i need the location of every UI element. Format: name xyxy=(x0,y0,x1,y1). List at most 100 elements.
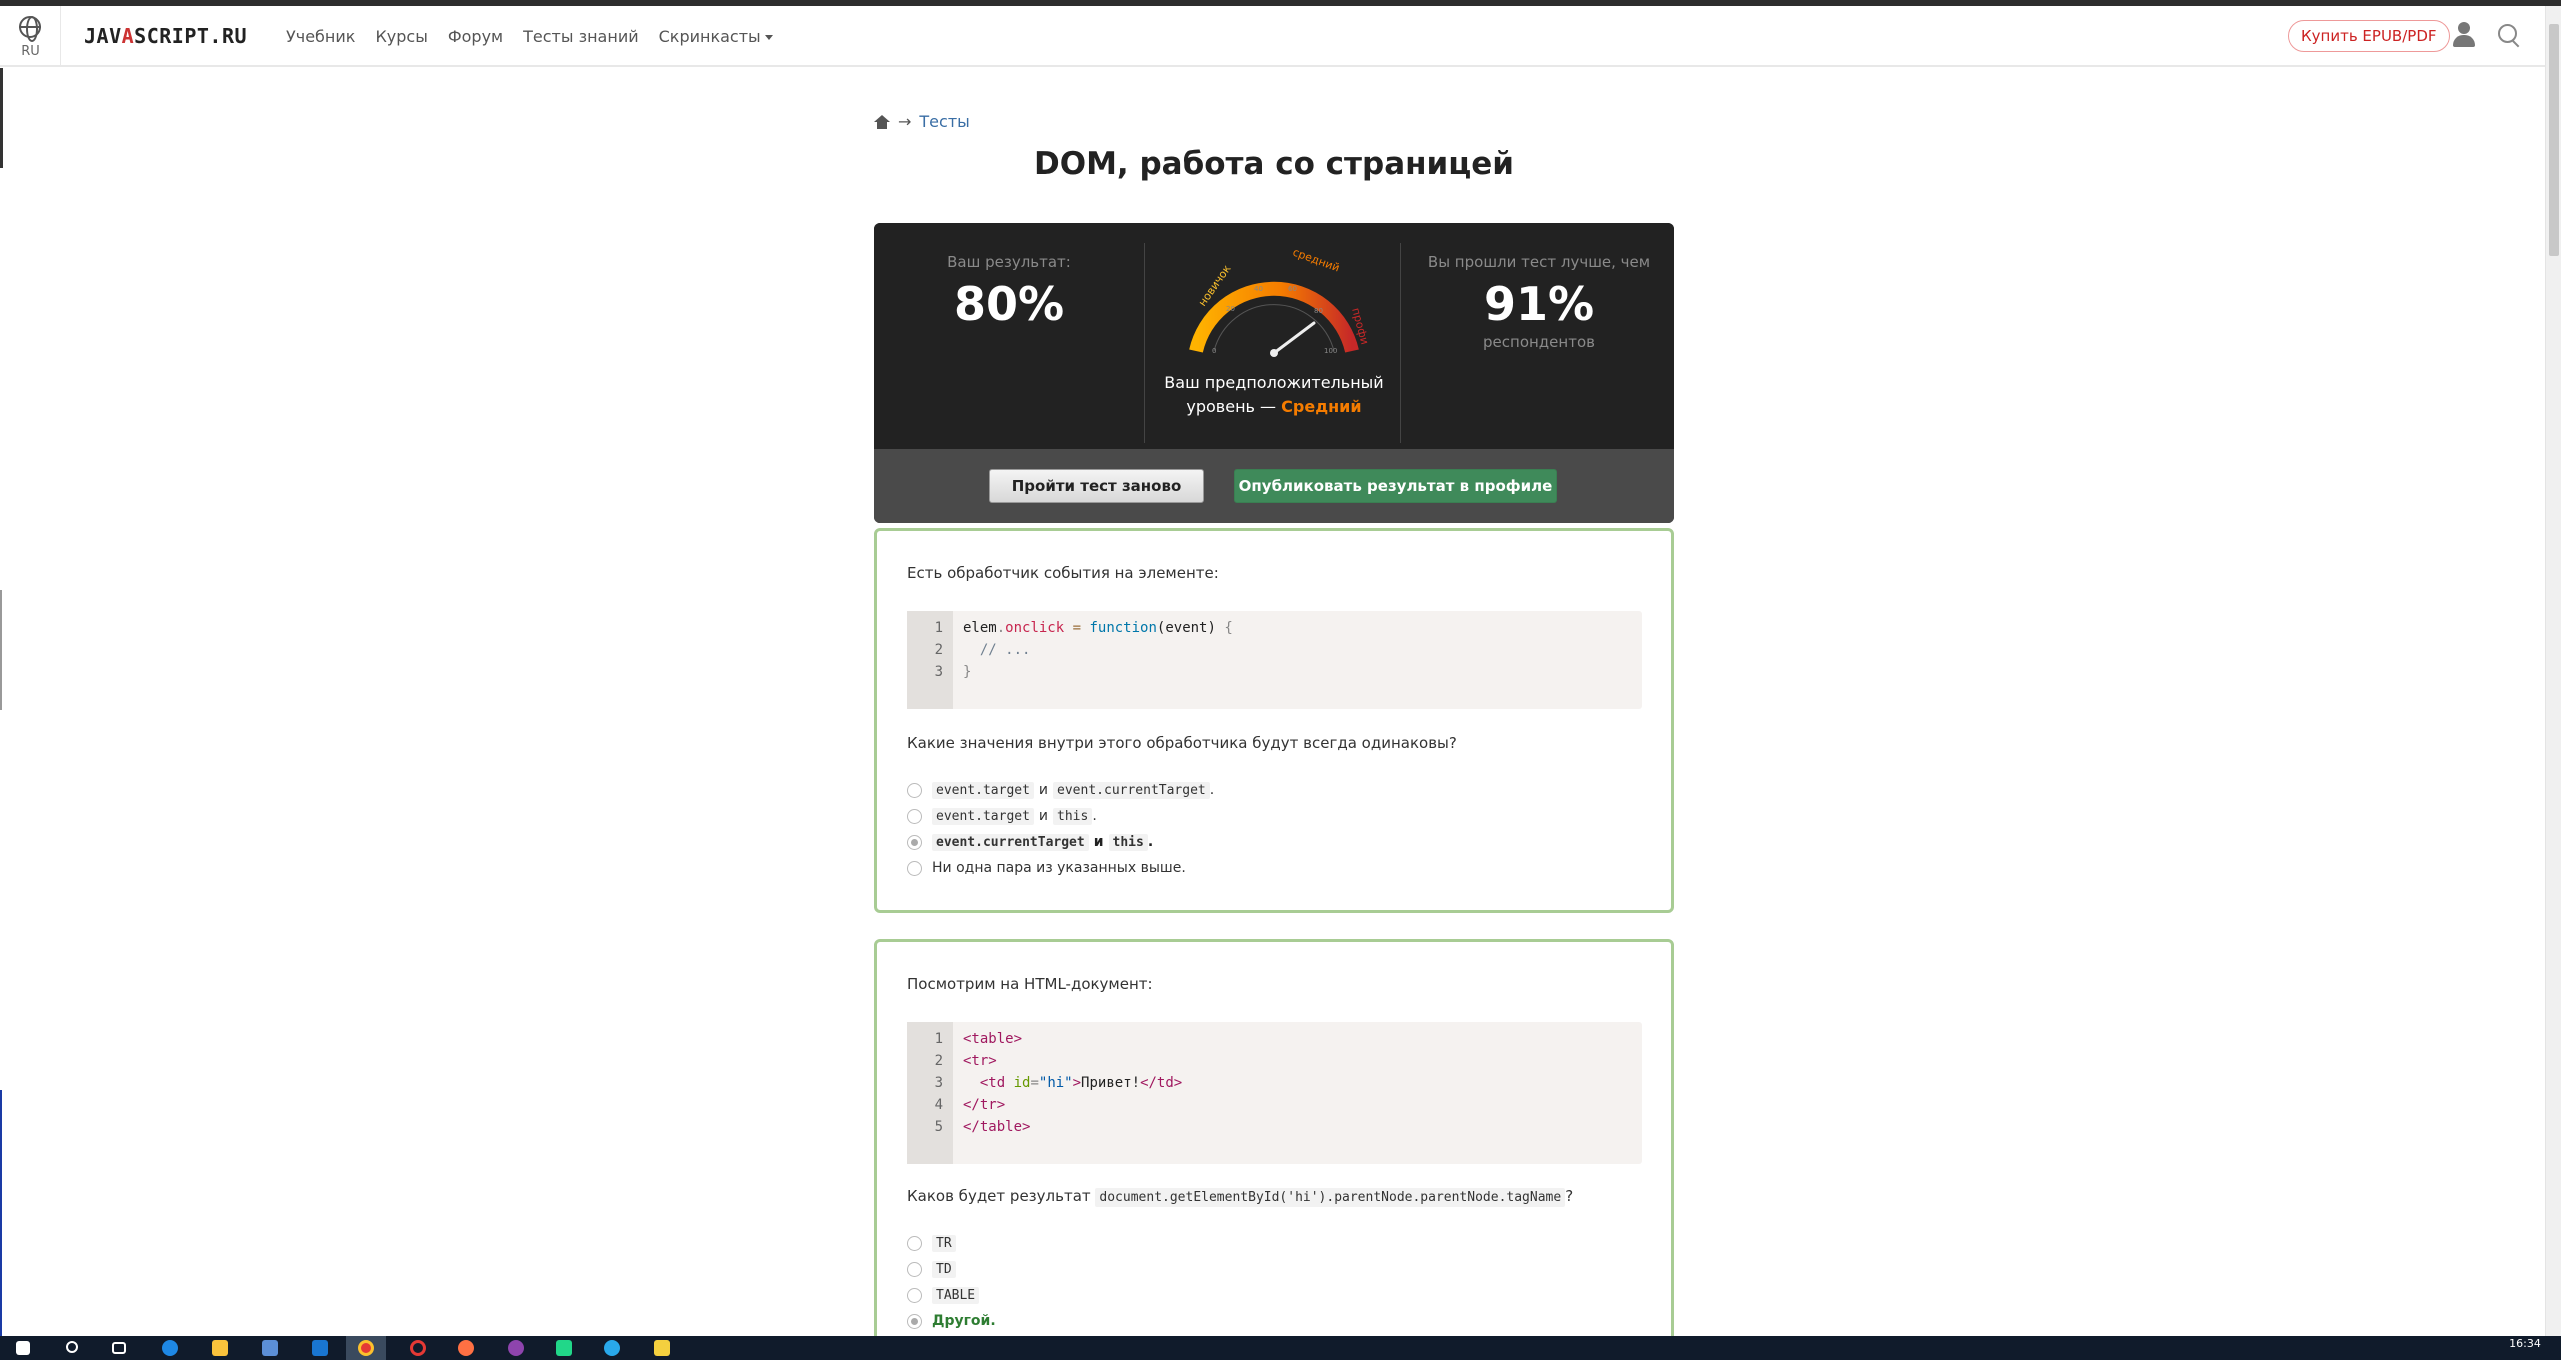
radio-button-checked[interactable] xyxy=(907,834,922,850)
code-line: 5 </table> xyxy=(907,1116,1031,1138)
code-token: <tr> xyxy=(963,1053,997,1069)
line-number: 2 xyxy=(934,1053,943,1069)
gauge-tick: 100 xyxy=(1324,347,1337,355)
windows-start-icon[interactable] xyxy=(16,1341,30,1355)
publish-result-button[interactable]: Опубликовать результат в профиле xyxy=(1234,469,1557,503)
question-intro: Есть обработчик события на элементе: xyxy=(907,564,1219,582)
app-icon[interactable] xyxy=(654,1340,670,1356)
answer-end: . xyxy=(1092,808,1097,824)
your-result-value: 80% xyxy=(953,277,1065,331)
estimated-level-prefix: уровень — xyxy=(1186,397,1282,416)
code-line: 2 // ... xyxy=(907,639,1031,661)
code-line: 3} xyxy=(907,661,972,683)
answer-option[interactable]: Ни одна пара из указанных выше. xyxy=(907,855,1214,881)
code-line: 1 <table> xyxy=(907,1028,1022,1050)
language-switcher[interactable]: RU xyxy=(0,6,61,67)
result-summary: Ваш результат: 80% новичок средний профи… xyxy=(874,223,1674,449)
estimated-level-value: Средний xyxy=(1281,397,1362,416)
taskbar-clock[interactable]: 16:34 xyxy=(2500,1338,2550,1350)
opera-icon[interactable] xyxy=(410,1340,426,1356)
gauge-tick: 0 xyxy=(1212,347,1216,355)
nav-link-tutorial[interactable]: Учебник xyxy=(286,27,355,46)
nav-link-quizzes[interactable]: Тесты знаний xyxy=(523,27,638,46)
gauge-icon: новичок средний профи 0 20 40 60 80 100 xyxy=(1189,246,1371,357)
radio-button[interactable] xyxy=(907,1261,922,1277)
mail-icon[interactable] xyxy=(312,1340,328,1356)
question-suffix: ? xyxy=(1565,1187,1574,1205)
scrollbar-thumb[interactable] xyxy=(2549,24,2559,256)
answer-code: this xyxy=(1053,807,1093,825)
file-explorer-icon[interactable] xyxy=(212,1340,228,1356)
answer-option[interactable]: event.target и this. xyxy=(907,803,1214,829)
answer-option[interactable]: TD xyxy=(907,1256,996,1282)
answer-list: TR TD TABLE Другой. xyxy=(907,1230,996,1334)
radio-button-checked[interactable] xyxy=(907,1313,922,1329)
answer-option-selected[interactable]: Другой. xyxy=(907,1308,996,1334)
retry-test-button[interactable]: Пройти тест заново xyxy=(989,469,1204,503)
code-token: = xyxy=(1030,1075,1039,1091)
answer-code: event.currentTarget xyxy=(1053,781,1210,799)
code-token: onclick xyxy=(1005,620,1065,636)
task-view-icon[interactable] xyxy=(112,1342,126,1354)
webstorm-icon[interactable] xyxy=(556,1340,572,1356)
estimated-level: Ваш предположительный уровень — Средний xyxy=(1144,371,1404,419)
breadcrumb-link-tests[interactable]: Тесты xyxy=(919,112,969,131)
nav-link-screencasts[interactable]: Скринкасты xyxy=(659,27,773,46)
buy-epub-pdf-button[interactable]: Купить EPUB/PDF xyxy=(2288,20,2450,52)
site-logo[interactable]: JAVASCRIPT.RU xyxy=(84,24,247,48)
answer-option-selected[interactable]: event.currentTarget и this. xyxy=(907,829,1214,855)
radio-button[interactable] xyxy=(907,1235,922,1251)
answer-option[interactable]: TR xyxy=(907,1230,996,1256)
search-icon[interactable] xyxy=(66,1341,78,1353)
radio-button[interactable] xyxy=(907,860,922,876)
gauge-tick: 20 xyxy=(1226,305,1235,313)
scrollbar[interactable] xyxy=(2545,6,2561,1336)
firefox-icon[interactable] xyxy=(458,1340,474,1356)
line-number: 4 xyxy=(934,1097,943,1113)
answer-option[interactable]: TABLE xyxy=(907,1282,996,1308)
search-icon[interactable] xyxy=(2498,24,2522,48)
telegram-icon[interactable] xyxy=(604,1340,620,1356)
left-edge-mark xyxy=(0,590,2,710)
answer-text: Другой. xyxy=(932,1313,996,1329)
code-token: > xyxy=(1072,1075,1082,1091)
answer-end: . xyxy=(1147,834,1154,850)
question-prefix: Каков будет результат xyxy=(907,1187,1091,1205)
question-code: document.getElementById('hi').parentNode… xyxy=(1095,1188,1566,1207)
code-token: { xyxy=(1215,620,1233,636)
code-token: </table> xyxy=(963,1119,1031,1135)
code-token: // ... xyxy=(963,642,1031,658)
line-number: 5 xyxy=(934,1119,943,1135)
home-icon[interactable] xyxy=(874,114,890,129)
left-edge-mark xyxy=(0,1090,2,1340)
code-line: 2 <tr> xyxy=(907,1050,997,1072)
your-result: Ваш результат: 80% xyxy=(874,253,1144,331)
store-icon[interactable] xyxy=(262,1340,278,1356)
gauge-tick: 80 xyxy=(1314,307,1323,315)
code-token: elem xyxy=(963,620,997,636)
code-token: } xyxy=(963,664,972,680)
answer-separator: и xyxy=(1093,834,1104,850)
question-intro: Посмотрим на HTML-документ: xyxy=(907,975,1153,993)
nav-link-courses[interactable]: Курсы xyxy=(375,27,427,46)
answer-code: TABLE xyxy=(932,1286,980,1304)
radio-button[interactable] xyxy=(907,782,922,798)
line-number: 1 xyxy=(934,620,943,636)
radio-button[interactable] xyxy=(907,808,922,824)
chrome-icon[interactable] xyxy=(358,1340,374,1356)
nav-link-forum[interactable]: Форум xyxy=(448,27,503,46)
logo-part: SCRIPT.RU xyxy=(134,24,248,48)
answer-option[interactable]: event.target и event.currentTarget. xyxy=(907,777,1214,803)
line-number: 2 xyxy=(934,642,943,658)
code-token: . xyxy=(996,620,1006,636)
app-icon[interactable] xyxy=(508,1340,524,1356)
gauge-tick: 60 xyxy=(1288,285,1297,293)
edge-browser-icon[interactable] xyxy=(162,1340,178,1356)
nav-link-screencasts-label: Скринкасты xyxy=(658,27,761,46)
answer-end: . xyxy=(1209,782,1215,798)
radio-button[interactable] xyxy=(907,1287,922,1303)
user-icon[interactable] xyxy=(2452,22,2476,48)
line-number: 3 xyxy=(934,1075,943,1091)
os-taskbar: 16:34 xyxy=(0,1336,2561,1360)
globe-icon xyxy=(19,16,41,42)
